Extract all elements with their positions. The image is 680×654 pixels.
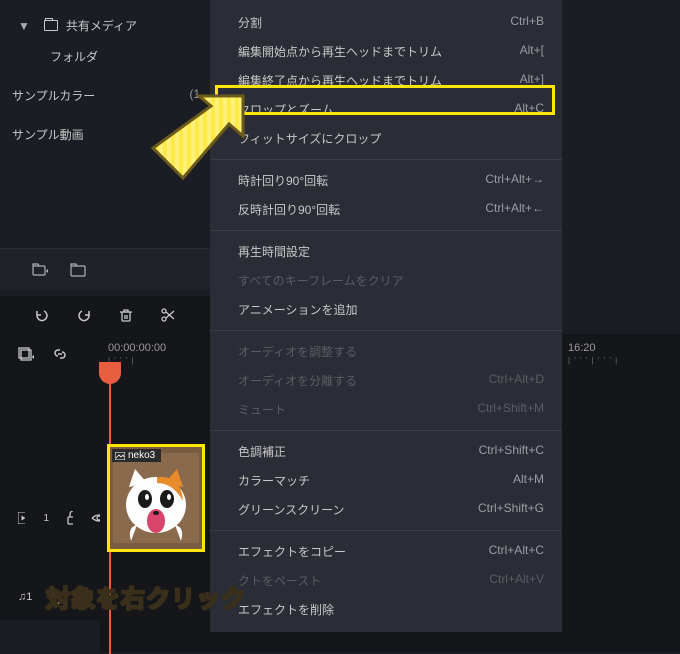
menu-duration[interactable]: 再生時間設定 — [210, 237, 562, 266]
menu-detach-audio: オーディオを分離するCtrl+Alt+D — [210, 366, 562, 395]
timeline-clip[interactable]: neko3 — [107, 444, 205, 552]
menu-separator — [210, 430, 562, 431]
menu-mute: ミュートCtrl+Shift+M — [210, 395, 562, 424]
menu-trim-start[interactable]: 編集開始点から再生ヘッドまでトリムAlt+[ — [210, 37, 562, 66]
new-folder-icon[interactable] — [32, 263, 48, 277]
tutorial-annotation: 対象を右クリック — [46, 579, 246, 614]
menu-delete-effects[interactable]: エフェクトを削除 — [210, 595, 562, 624]
track-index: 1 — [43, 513, 49, 524]
menu-green-screen[interactable]: グリーンスクリーンCtrl+Shift+G — [210, 495, 562, 524]
link-icon[interactable] — [52, 346, 68, 362]
menu-add-animation[interactable]: アニメーションを追加 — [210, 295, 562, 324]
sidebar-item-folder[interactable]: フォルダ — [0, 41, 210, 72]
undo-icon[interactable] — [34, 307, 50, 323]
redo-icon[interactable] — [76, 307, 92, 323]
project-toolbar — [0, 248, 210, 290]
clip-label: neko3 — [112, 449, 161, 462]
menu-split[interactable]: 分割Ctrl+B — [210, 8, 562, 37]
edit-toolbar — [0, 296, 210, 334]
menu-trim-end[interactable]: 編集終了点から再生ヘッドまでトリムAlt+] — [210, 66, 562, 95]
track-head-top — [0, 334, 100, 374]
menu-separator — [210, 159, 562, 160]
lock-icon[interactable] — [67, 511, 73, 525]
sidebar-item-sample-color[interactable]: サンプルカラー (1 — [0, 80, 210, 111]
menu-paste-effects: クトをペーストCtrl+Alt+V — [210, 566, 562, 595]
video-track-controls: 1 — [0, 474, 100, 562]
context-menu: 分割Ctrl+B 編集開始点から再生ヘッドまでトリムAlt+[ 編集終了点から再… — [210, 0, 562, 632]
sidebar-item-label: 共有メディア — [66, 17, 137, 34]
time-tick-end: 16:20 | ' ' ' | ' ' ' | — [568, 342, 618, 365]
menu-crop-zoom[interactable]: クロップとズームAlt+C — [210, 95, 562, 124]
trash-icon[interactable] — [118, 307, 134, 323]
track-header: 1 ♫1 — [0, 334, 100, 620]
folder-icon[interactable] — [70, 263, 86, 277]
menu-rotate-cw[interactable]: 時計回り90°回転Ctrl+Alt+→ — [210, 166, 562, 195]
menu-separator — [210, 230, 562, 231]
menu-fit-crop[interactable]: フィットサイズにクロップ — [210, 124, 562, 153]
sidebar-item-label: サンプル動画 — [12, 128, 84, 142]
menu-color-match[interactable]: カラーマッチAlt+M — [210, 466, 562, 495]
menu-adjust-audio: オーディオを調整する — [210, 337, 562, 366]
add-track-icon[interactable] — [18, 346, 34, 362]
sidebar-item-sample-video[interactable]: サンプル動画 — [0, 119, 210, 150]
image-icon — [115, 452, 125, 460]
item-count: (1 — [189, 87, 200, 101]
sidebar-item-label: フォルダ — [50, 50, 98, 64]
caret-down-icon: ▼ — [18, 19, 30, 33]
video-track-icon — [18, 512, 25, 524]
folder-icon — [44, 20, 58, 31]
menu-clear-keyframes: すべてのキーフレームをクリア — [210, 266, 562, 295]
menu-separator — [210, 330, 562, 331]
menu-color-correct[interactable]: 色調補正Ctrl+Shift+C — [210, 437, 562, 466]
menu-rotate-ccw[interactable]: 反時計回り90°回転Ctrl+Alt+← — [210, 195, 562, 224]
audio-track-icon: ♫1 — [18, 591, 32, 603]
clip-thumbnail — [110, 447, 202, 549]
sidebar-item-label: サンプルカラー — [12, 89, 95, 103]
sidebar-item-shared-media[interactable]: ▼ 共有メディア — [0, 10, 210, 41]
eye-icon[interactable] — [91, 512, 100, 524]
menu-separator — [210, 530, 562, 531]
scissors-icon[interactable] — [160, 307, 176, 323]
menu-copy-effects[interactable]: エフェクトをコピーCtrl+Alt+C — [210, 537, 562, 566]
